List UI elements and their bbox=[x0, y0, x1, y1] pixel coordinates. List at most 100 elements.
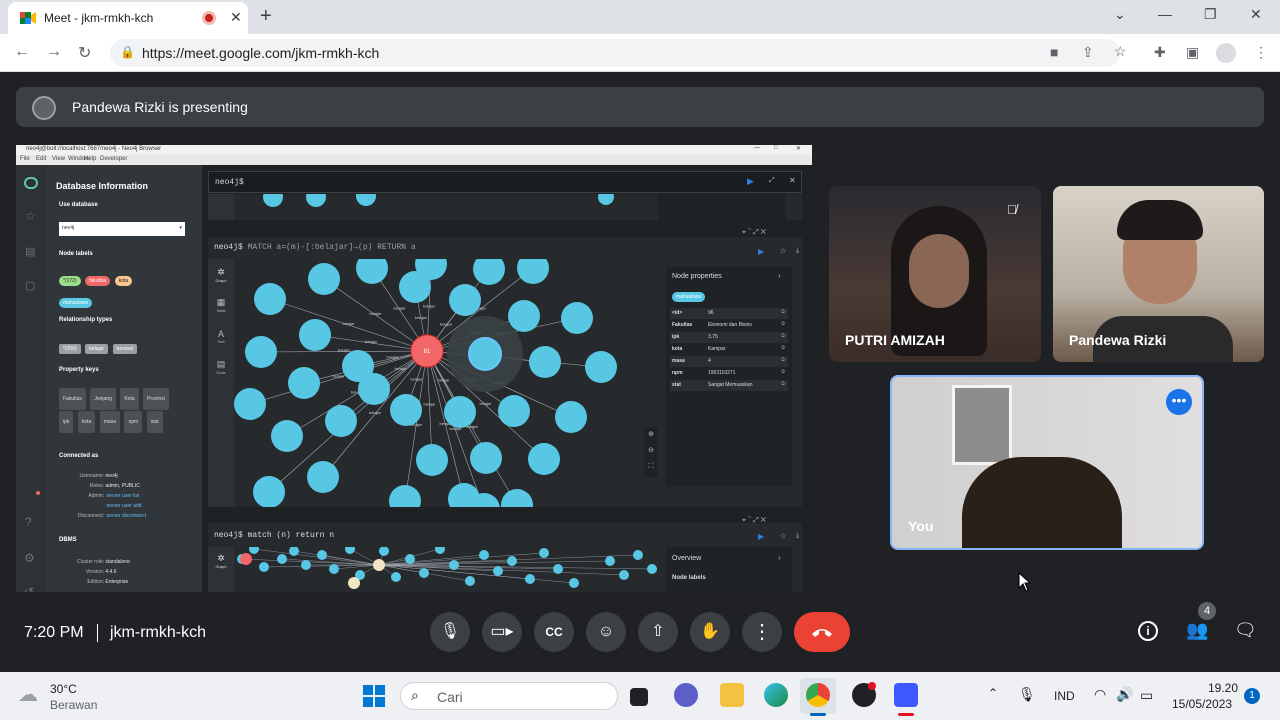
graph-node[interactable] bbox=[470, 442, 502, 474]
app-icon[interactable] bbox=[894, 683, 918, 707]
graph-node[interactable] bbox=[633, 550, 643, 560]
graph-node[interactable] bbox=[307, 461, 339, 493]
help-icon[interactable]: ? bbox=[25, 515, 32, 529]
graph-node[interactable] bbox=[555, 401, 587, 433]
graph-node[interactable] bbox=[245, 336, 277, 368]
graph-node[interactable] bbox=[444, 396, 476, 428]
edge-label[interactable]: belajar bbox=[365, 339, 378, 344]
graph-node[interactable] bbox=[325, 405, 357, 437]
property-key-tag[interactable]: ipk bbox=[59, 411, 74, 433]
profile-avatar[interactable] bbox=[1216, 43, 1236, 63]
relationship-edge[interactable] bbox=[378, 564, 575, 584]
property-key-tag[interactable]: Provinsi bbox=[143, 388, 169, 410]
close-tab-icon[interactable]: ✕ bbox=[230, 9, 242, 26]
participant-tile[interactable]: 🎙̸ PUTRI AMIZAH bbox=[829, 186, 1041, 362]
edge-label[interactable]: belajar bbox=[423, 402, 436, 407]
battery-icon[interactable]: ▭ bbox=[1140, 687, 1153, 704]
restore-icon[interactable]: ❐ bbox=[1204, 6, 1217, 23]
graph-node[interactable] bbox=[619, 570, 629, 580]
graph-node[interactable] bbox=[391, 572, 401, 582]
frame3-download-icon[interactable]: ⤓ bbox=[796, 532, 799, 540]
graph-node[interactable] bbox=[465, 576, 475, 586]
rel-type-tag[interactable]: *(200) bbox=[59, 344, 81, 354]
cypher-editor[interactable]: neo4j$ ▶ ⤢ ✕ bbox=[208, 171, 802, 193]
windows-start-icon[interactable] bbox=[362, 684, 386, 708]
graph-node[interactable] bbox=[493, 566, 503, 576]
all-nodes-graph-canvas[interactable] bbox=[234, 547, 666, 592]
edge-label[interactable]: belajar bbox=[423, 304, 436, 309]
collapse-panel-icon[interactable]: › bbox=[778, 271, 781, 280]
microphone-button[interactable]: 🎙 bbox=[430, 612, 470, 652]
property-key-tag[interactable]: kota bbox=[77, 411, 96, 433]
edge-label[interactable]: belajar bbox=[410, 377, 423, 382]
clear-editor-icon[interactable]: ✕ bbox=[789, 176, 796, 185]
copy-icon[interactable]: ⧉ bbox=[781, 321, 785, 327]
graph-node[interactable] bbox=[647, 564, 657, 574]
browser-tab[interactable]: Meet - jkm-rmkh-kch ✕ bbox=[8, 2, 248, 34]
frame-favorite-icon[interactable]: ☆ bbox=[780, 247, 786, 255]
edge-label[interactable]: belajar bbox=[415, 315, 428, 320]
table-view-icon[interactable]: ▦ Table bbox=[208, 297, 234, 313]
menu-item[interactable]: File bbox=[20, 156, 30, 162]
graph-node[interactable] bbox=[585, 351, 617, 383]
edge-label[interactable]: belajar bbox=[386, 355, 399, 360]
chrome-browser-icon[interactable] bbox=[806, 683, 830, 707]
graph-node[interactable] bbox=[379, 547, 389, 556]
leave-call-button[interactable] bbox=[794, 612, 850, 652]
volume-icon[interactable]: 🔊 bbox=[1116, 686, 1133, 703]
copy-icon[interactable]: ⧉ bbox=[781, 369, 785, 375]
weather-temp[interactable]: 30°C bbox=[50, 682, 77, 696]
graph-node[interactable] bbox=[507, 556, 517, 566]
edge-label[interactable]: belajar bbox=[440, 322, 453, 327]
text-view-icon[interactable]: A Text bbox=[208, 329, 234, 344]
people-icon[interactable]: 👥 bbox=[1186, 620, 1208, 641]
frame-pin-icon[interactable]: ⌖ ⌃ ⤢ ✕ bbox=[742, 229, 766, 237]
camera-button[interactable]: ▭▸ bbox=[482, 612, 522, 652]
new-tab-icon[interactable]: + bbox=[260, 5, 272, 28]
graph-node[interactable] bbox=[329, 564, 339, 574]
menu-item[interactable]: Edit bbox=[36, 156, 46, 162]
reactions-button[interactable]: ☺ bbox=[586, 612, 626, 652]
rel-type-tag[interactable]: belajar bbox=[85, 344, 109, 354]
code-view-icon[interactable]: ▤ Code bbox=[208, 359, 234, 375]
run-query-icon[interactable]: ▶ bbox=[747, 176, 754, 187]
present-button[interactable]: ⇧ bbox=[638, 612, 678, 652]
selected-node[interactable] bbox=[468, 337, 502, 371]
frame3-controls-icon[interactable]: ⌖ ⌃ ⤢ ✕ bbox=[742, 517, 766, 525]
settings-gear-icon[interactable]: ⚙ bbox=[24, 551, 35, 565]
copy-icon[interactable]: ⧉ bbox=[781, 357, 785, 363]
frame3-graph-tab[interactable]: ✲ Graph bbox=[208, 547, 234, 592]
graph-node[interactable] bbox=[525, 574, 535, 584]
graph-node[interactable] bbox=[358, 373, 390, 405]
graph-node[interactable] bbox=[553, 564, 563, 574]
copy-icon[interactable]: ⧉ bbox=[781, 309, 785, 315]
browser-menu-icon[interactable]: ⋮ bbox=[1254, 44, 1268, 61]
wifi-icon[interactable]: ◠ bbox=[1094, 686, 1106, 703]
raise-hand-button[interactable]: ✋ bbox=[690, 612, 730, 652]
frame3-run-icon[interactable]: ▶ bbox=[758, 532, 764, 541]
server-user-add-link[interactable]: :server user add bbox=[105, 503, 141, 509]
edge-label[interactable]: belajar bbox=[394, 366, 407, 371]
graph-node[interactable] bbox=[528, 443, 560, 475]
zoom-out-icon[interactable]: ⊖ bbox=[644, 443, 658, 459]
graph-node[interactable] bbox=[517, 259, 549, 284]
back-icon[interactable]: ← bbox=[14, 43, 30, 61]
favorites-star-icon[interactable]: ☆ bbox=[25, 209, 36, 223]
graph-node[interactable] bbox=[308, 263, 340, 295]
graph-node[interactable] bbox=[299, 319, 331, 351]
taskbar-search-box[interactable]: ⌕ Cari bbox=[400, 682, 618, 710]
database-select[interactable]: neo4j ▾ bbox=[59, 222, 185, 236]
fit-icon[interactable]: ⛶ bbox=[644, 459, 658, 475]
minimize-icon[interactable]: — bbox=[1158, 6, 1172, 22]
captions-button[interactable]: CC bbox=[534, 612, 574, 652]
menu-item[interactable]: View bbox=[52, 156, 65, 162]
property-key-tag[interactable]: masa bbox=[99, 411, 120, 433]
notification-count-badge[interactable]: 1 bbox=[1244, 688, 1260, 704]
camera-icon[interactable]: ■ bbox=[1050, 44, 1058, 60]
database-icon[interactable] bbox=[24, 177, 38, 189]
graph-node[interactable] bbox=[508, 300, 540, 332]
graph-node[interactable] bbox=[277, 554, 287, 564]
close-window-icon[interactable]: ✕ bbox=[1250, 6, 1262, 23]
weather-desc[interactable]: Berawan bbox=[50, 698, 97, 712]
graph-canvas[interactable]: belajar belajar belajar belajar belajar belaj… bbox=[234, 259, 666, 507]
